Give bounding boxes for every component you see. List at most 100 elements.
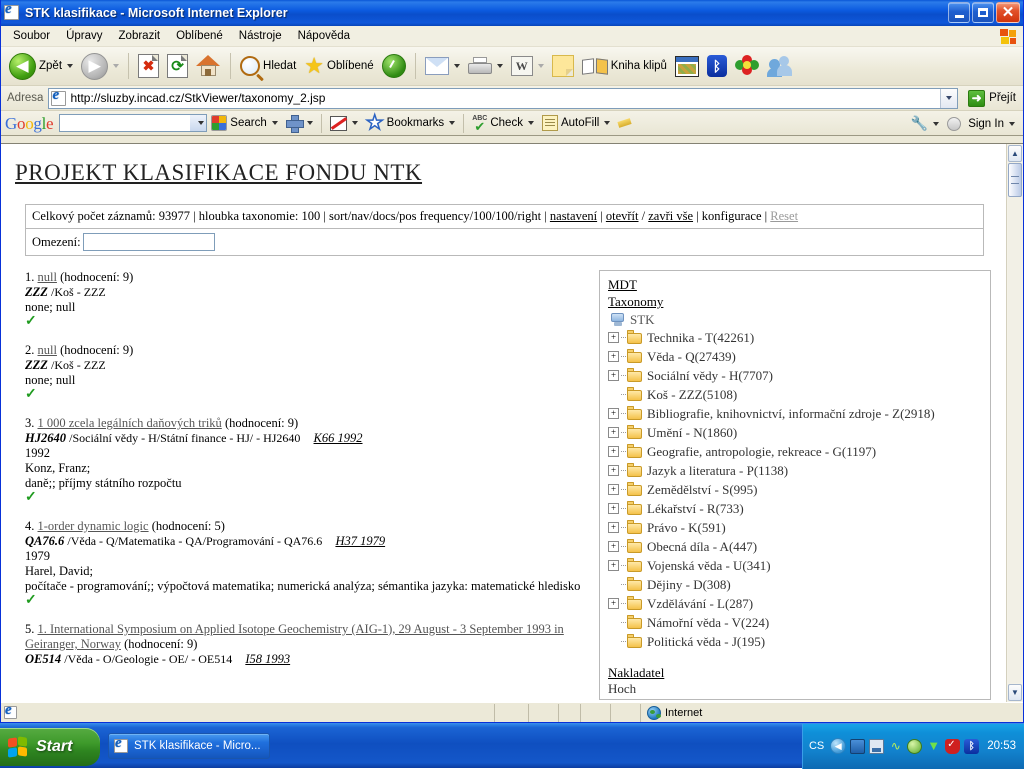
link-nastaveni[interactable]: nastavení [550, 209, 597, 223]
expand-icon[interactable]: + [608, 465, 619, 476]
tree-node-socialni-vedy[interactable]: +Sociální vědy - H(7707) [608, 366, 982, 385]
back-button[interactable]: ◀ Zpět [5, 49, 77, 83]
chevron-down-icon[interactable] [272, 121, 278, 125]
stop-button[interactable]: ✖ [134, 49, 163, 83]
bookmarks-button[interactable]: ★ Bookmarks [362, 112, 459, 134]
network-icon[interactable] [869, 739, 884, 754]
tree-node-vzdelavani[interactable]: +Vzdělávání - L(287) [608, 594, 982, 613]
google-settings-button[interactable]: 🔧 [907, 115, 943, 132]
expand-icon[interactable]: + [608, 427, 619, 438]
refresh-button[interactable]: ⟳ [163, 49, 192, 83]
autofill-button[interactable]: AutoFill [538, 115, 614, 131]
sound-wave-icon[interactable]: ∿ [888, 739, 903, 754]
clock[interactable]: 20:53 [987, 740, 1016, 752]
link-zavri-vse[interactable]: zavři vše [648, 209, 693, 223]
result-check-icon[interactable]: ✓ [25, 594, 585, 608]
tree-node-zemedelstvi[interactable]: +Zemědělství - S(995) [608, 480, 982, 499]
security-shield-icon[interactable] [945, 739, 960, 754]
expand-icon[interactable]: + [608, 522, 619, 533]
go-button[interactable]: ➜ Přejít [964, 90, 1020, 107]
capture-button[interactable] [671, 49, 703, 83]
tree-node-kos[interactable]: Koš - ZZZ(5108) [608, 385, 982, 404]
expand-icon[interactable]: + [608, 484, 619, 495]
result-check-icon[interactable]: ✓ [25, 315, 585, 329]
chevron-down-icon[interactable] [528, 121, 534, 125]
maximize-button[interactable] [972, 2, 994, 23]
tree-root-node[interactable]: STK [610, 312, 982, 328]
start-button[interactable]: Start [0, 728, 100, 766]
address-dropdown-button[interactable] [940, 89, 957, 108]
scrollbar-thumb[interactable] [1008, 163, 1022, 197]
tree-node-dejiny[interactable]: Dějiny - D(308) [608, 575, 982, 594]
scroll-down-button[interactable]: ▼ [1008, 684, 1022, 701]
chevron-down-icon[interactable] [497, 64, 503, 68]
chevron-down-icon[interactable] [307, 121, 313, 125]
menu-item-soubor[interactable]: Soubor [5, 28, 58, 44]
highlight-button[interactable] [614, 117, 639, 130]
forward-button[interactable]: ▶ [77, 49, 123, 83]
tree-node-veda[interactable]: +Věda - Q(27439) [608, 347, 982, 366]
language-indicator[interactable]: CS [809, 740, 824, 752]
link-konfigurace[interactable]: konfigurace [702, 209, 762, 223]
tree-node-bibliografie[interactable]: +Bibliografie, knihovnictví, informační … [608, 404, 982, 423]
expand-icon[interactable]: + [608, 598, 619, 609]
link-otevrit[interactable]: otevřít [606, 209, 639, 223]
expand-icon[interactable]: + [608, 370, 619, 381]
expand-icon[interactable]: + [608, 503, 619, 514]
chevron-down-icon[interactable] [352, 121, 358, 125]
bluetooth-button[interactable]: ᛒ [703, 49, 731, 83]
tree-header-mdt[interactable]: MDT [608, 277, 982, 293]
battery-icon[interactable] [850, 739, 865, 754]
edit-button[interactable]: W [507, 49, 548, 83]
show-hidden-icons-button[interactable]: ◀ [830, 738, 846, 754]
menu-item-nastroje[interactable]: Nástroje [231, 28, 290, 44]
scroll-up-button[interactable]: ▲ [1008, 145, 1022, 162]
tree-header-nakladatel[interactable]: Nakladatel [608, 665, 982, 681]
antivirus-icon[interactable] [907, 739, 922, 754]
result-title-link[interactable]: 1 000 zcela legálních daňových triků [38, 416, 222, 430]
tree-node-pravo[interactable]: +Právo - K(591) [608, 518, 982, 537]
google-search-input[interactable] [59, 114, 207, 132]
minimize-button[interactable] [948, 2, 970, 23]
messenger-button[interactable] [763, 49, 797, 83]
tree-node-lekarstvi[interactable]: +Lékařství - R(733) [608, 499, 982, 518]
tree-node-namorni-veda[interactable]: Námořní věda - V(224) [608, 613, 982, 632]
chevron-down-icon[interactable] [454, 64, 460, 68]
chevron-down-icon[interactable] [449, 121, 455, 125]
tree-node-jazyk-a-literatura[interactable]: +Jazyk a literatura - P(1138) [608, 461, 982, 480]
scrollbar-track[interactable] [1008, 197, 1022, 683]
notes-button[interactable] [548, 49, 578, 83]
google-search-button[interactable]: Search [207, 115, 281, 131]
tree-node-geografie[interactable]: +Geografie, antropologie, rekreace - G(1… [608, 442, 982, 461]
print-button[interactable] [464, 49, 507, 83]
menu-item-oblibene[interactable]: Oblíbené [168, 28, 231, 44]
close-button[interactable]: ✕ [996, 2, 1020, 23]
mail-button[interactable] [421, 49, 464, 83]
search-button[interactable]: Hledat [236, 49, 300, 83]
tree-node-umeni[interactable]: +Umění - N(1860) [608, 423, 982, 442]
result-title-link[interactable]: null [38, 270, 57, 284]
favorites-button[interactable]: ★ Oblíbené [300, 49, 377, 83]
address-input[interactable]: http://sluzby.incad.cz/StkViewer/taxonom… [48, 88, 958, 109]
tree-header-taxonomy[interactable]: Taxonomy [608, 294, 982, 310]
page-scrollbar[interactable]: ▲ ▼ [1006, 144, 1023, 702]
expand-icon[interactable]: + [608, 541, 619, 552]
menu-item-zobrazit[interactable]: Zobrazit [111, 28, 169, 44]
chevron-down-icon[interactable] [933, 122, 939, 126]
bluetooth-icon[interactable]: ᛒ [964, 739, 979, 754]
menu-item-napoveda[interactable]: Nápověda [290, 28, 358, 44]
security-zone[interactable]: Internet [640, 704, 1023, 722]
chevron-down-icon[interactable] [1009, 122, 1015, 126]
result-check-icon[interactable]: ✓ [25, 388, 585, 402]
chevron-down-icon[interactable] [67, 64, 73, 68]
home-button[interactable] [192, 49, 225, 83]
expand-icon[interactable]: + [608, 408, 619, 419]
taskbar-item-ie[interactable]: STK klasifikace - Micro... [108, 733, 270, 759]
result-title-link[interactable]: 1. International Symposium on Applied Is… [25, 622, 564, 651]
google-more-button[interactable] [282, 115, 317, 131]
filter-input[interactable] [83, 233, 215, 251]
history-button[interactable] [378, 49, 410, 83]
popup-blocker-button[interactable] [326, 116, 362, 131]
tree-node-obecna-dila[interactable]: +Obecná díla - A(447) [608, 537, 982, 556]
clipbook-button[interactable]: Kniha klipů [578, 49, 671, 83]
